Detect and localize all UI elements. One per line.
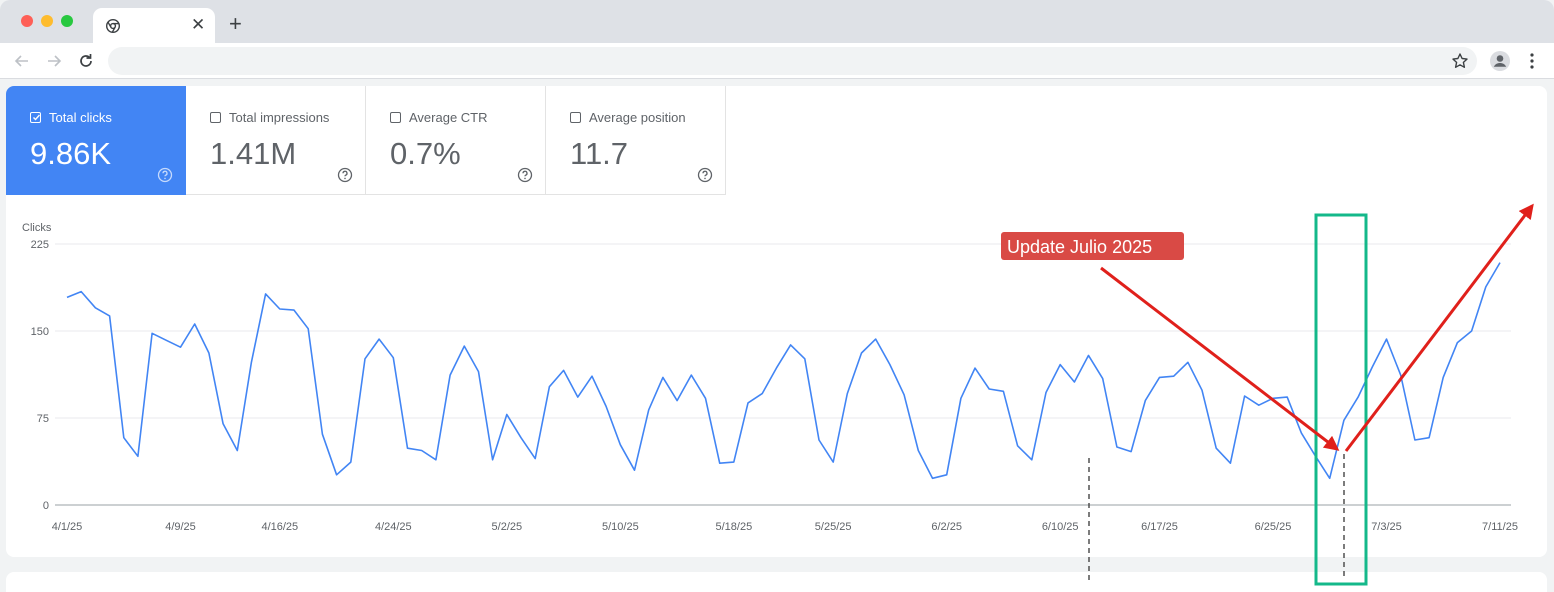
- y-axis: 0 75 150 225: [31, 239, 49, 512]
- clicks-chart: Clicks 0 75 150 225 4/1/25 4/9/25 4/16/25 4/24…: [22, 222, 1518, 533]
- y-tick-label: 0: [43, 500, 49, 512]
- x-tick-label: 6/10/25: [1042, 521, 1079, 533]
- x-tick-label: 5/25/25: [815, 521, 852, 533]
- x-tick-label: 6/25/25: [1255, 521, 1292, 533]
- x-tick-label: 7/3/25: [1371, 521, 1402, 533]
- chart-grid: [55, 243, 1511, 506]
- y-tick-label: 225: [31, 239, 49, 251]
- x-tick-label: 6/2/25: [931, 521, 962, 533]
- y-tick-label: 75: [37, 413, 49, 425]
- x-tick-label: 4/16/25: [261, 521, 298, 533]
- x-tick-label: 4/1/25: [52, 521, 83, 533]
- x-tick-label: 7/11/25: [1482, 521, 1518, 533]
- y-axis-label: Clicks: [22, 222, 52, 234]
- x-tick-label: 5/10/25: [602, 521, 639, 533]
- x-tick-label: 4/24/25: [375, 521, 412, 533]
- x-tick-label: 6/17/25: [1141, 521, 1178, 533]
- y-tick-label: 150: [31, 326, 49, 338]
- x-tick-label: 4/9/25: [165, 521, 196, 533]
- x-axis: 4/1/25 4/9/25 4/16/25 4/24/25 5/2/25 5/10/25 5…: [52, 521, 1518, 533]
- x-tick-label: 5/18/25: [715, 521, 752, 533]
- clicks-series-line: [66, 262, 1501, 480]
- x-tick-label: 5/2/25: [492, 521, 523, 533]
